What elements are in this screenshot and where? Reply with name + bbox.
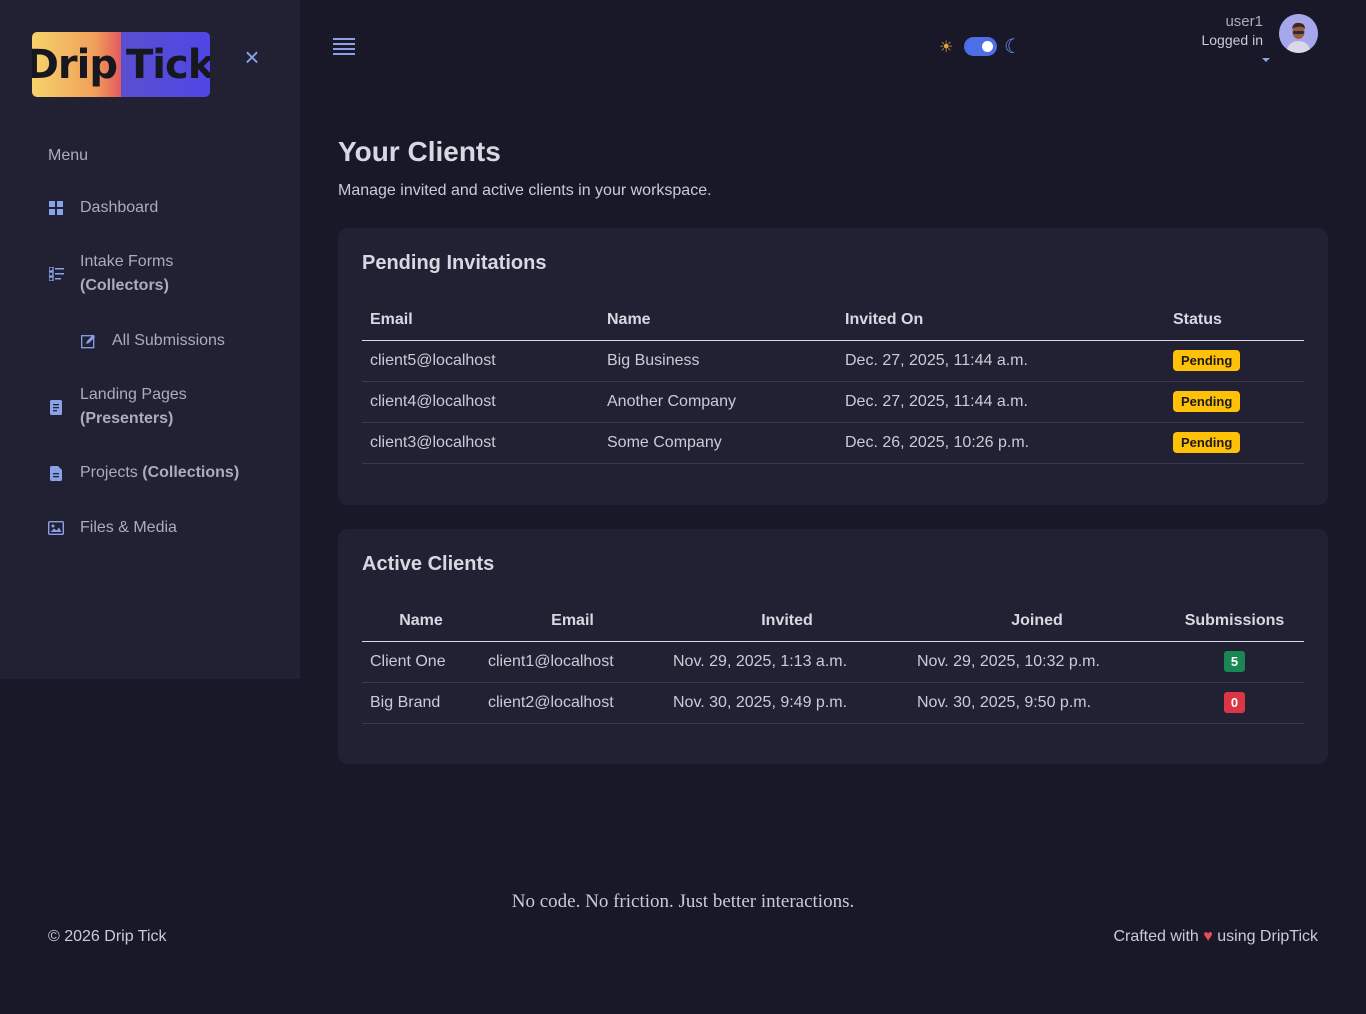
column-header: Name: [599, 300, 837, 341]
column-header: Email: [362, 300, 599, 341]
pending-invitations-table: Email Name Invited On Status client5@loc…: [362, 300, 1304, 464]
status-cell: Pending: [1165, 422, 1304, 464]
table-row: client4@localhost Another Company Dec. 2…: [362, 381, 1304, 423]
table-row: client3@localhost Some Company Dec. 26, …: [362, 422, 1304, 464]
email-cell: client5@localhost: [362, 340, 599, 382]
active-clients-title: Active Clients: [362, 553, 495, 575]
sidebar-item-label: Intake Forms: [80, 253, 174, 270]
close-sidebar-icon[interactable]: ×: [242, 44, 262, 70]
invited-cell: Dec. 26, 2025, 10:26 p.m.: [837, 422, 1165, 464]
invited-cell: Dec. 27, 2025, 11:44 a.m.: [837, 340, 1165, 382]
sidebar-item-label: Landing Pages: [80, 386, 187, 403]
menu-toggle-icon[interactable]: [333, 38, 355, 56]
sidebar-item-landing-pages[interactable]: Landing Pages (Presenters): [48, 383, 187, 431]
page-title: Your Clients: [338, 136, 501, 167]
column-header: Joined: [909, 601, 1165, 642]
chevron-down-icon[interactable]: [1262, 58, 1270, 62]
name-cell: Another Company: [599, 381, 837, 423]
name-cell: Client One: [362, 641, 480, 683]
sidebar-item-sublabel: (Collectors): [80, 277, 169, 294]
column-header: Invited: [665, 601, 909, 642]
grid-icon: [48, 196, 64, 220]
email-cell: client3@localhost: [362, 422, 599, 464]
sidebar-item-dashboard[interactable]: Dashboard: [48, 196, 158, 220]
status-badge: Pending: [1173, 350, 1241, 371]
status-badge: Pending: [1173, 391, 1241, 412]
sidebar-item-sublabel: (Presenters): [80, 410, 174, 427]
page-icon: [48, 383, 64, 431]
column-header: Name: [362, 601, 480, 642]
table-row: Big Brand client2@localhost Nov. 30, 202…: [362, 682, 1304, 724]
logo-part-drip: Drip: [32, 32, 121, 97]
submissions-cell: 5: [1165, 641, 1304, 683]
menu-title: Menu: [48, 147, 89, 164]
submissions-cell: 0: [1165, 682, 1304, 724]
status-cell: Pending: [1165, 381, 1304, 423]
moon-icon: ☾: [1004, 36, 1022, 58]
crafted-with: Crafted with ♥ using DripTick: [1113, 928, 1318, 946]
joined-cell: Nov. 30, 2025, 9:50 p.m.: [909, 682, 1165, 724]
theme-switcher: ☀ ☾: [939, 34, 1022, 59]
sun-icon: ☀: [939, 38, 954, 56]
name-cell: Some Company: [599, 422, 837, 464]
crafted-prefix: Crafted with: [1113, 928, 1199, 945]
email-cell: client2@localhost: [480, 682, 665, 724]
active-clients-card: Active Clients Name Email Invited Joined…: [338, 529, 1328, 764]
column-header: Invited On: [837, 300, 1165, 341]
table-row: Client One client1@localhost Nov. 29, 20…: [362, 641, 1304, 683]
name-cell: Big Brand: [362, 682, 480, 724]
invited-cell: Nov. 29, 2025, 1:13 a.m.: [665, 641, 909, 683]
column-header: Submissions: [1165, 601, 1304, 642]
invited-cell: Nov. 30, 2025, 9:49 p.m.: [665, 682, 909, 724]
email-cell: client1@localhost: [480, 641, 665, 683]
avatar[interactable]: [1279, 14, 1318, 53]
edit-icon: [80, 329, 96, 353]
table-header-row: Email Name Invited On Status: [362, 300, 1304, 341]
form-list-icon: [48, 250, 64, 298]
copyright: © 2026 Drip Tick: [48, 928, 167, 945]
column-header: Email: [480, 601, 665, 642]
column-header: Status: [1165, 300, 1304, 341]
user-name: user1: [1225, 13, 1263, 30]
heart-icon: ♥: [1203, 928, 1213, 945]
sidebar-item-label: Dashboard: [80, 199, 159, 216]
image-icon: [48, 516, 64, 540]
sidebar: Drip Tick × Menu Dashboard Intake Forms …: [0, 0, 300, 679]
sidebar-item-intake-forms[interactable]: Intake Forms (Collectors): [48, 250, 173, 298]
pending-invitations-card: Pending Invitations Email Name Invited O…: [338, 228, 1328, 505]
document-icon: [48, 461, 64, 485]
sidebar-item-label: Files & Media: [80, 519, 177, 536]
table-header-row: Name Email Invited Joined Submissions: [362, 601, 1304, 642]
crafted-suffix: using DripTick: [1217, 928, 1318, 945]
status-cell: Pending: [1165, 340, 1304, 382]
invited-cell: Dec. 27, 2025, 11:44 a.m.: [837, 381, 1165, 423]
sidebar-item-label: Projects: [80, 464, 138, 481]
dark-mode-toggle[interactable]: [964, 37, 997, 56]
submissions-badge[interactable]: 5: [1223, 651, 1246, 672]
page-subtitle: Manage invited and active clients in you…: [338, 182, 712, 199]
user-menu[interactable]: user1 Logged in: [1201, 13, 1263, 48]
joined-cell: Nov. 29, 2025, 10:32 p.m.: [909, 641, 1165, 683]
name-cell: Big Business: [599, 340, 837, 382]
logo[interactable]: Drip Tick: [32, 32, 210, 97]
user-status: Logged in: [1201, 32, 1263, 48]
sidebar-item-files-media[interactable]: Files & Media: [48, 516, 177, 540]
submissions-badge[interactable]: 0: [1223, 692, 1246, 713]
email-cell: client4@localhost: [362, 381, 599, 423]
logo-part-tick: Tick: [121, 32, 210, 97]
sidebar-item-sublabel: (Collections): [142, 464, 240, 481]
sidebar-item-label: All Submissions: [112, 332, 225, 349]
tagline: No code. No friction. Just better intera…: [511, 891, 855, 912]
status-badge: Pending: [1173, 432, 1241, 453]
sidebar-item-all-submissions[interactable]: All Submissions: [80, 329, 225, 353]
table-row: client5@localhost Big Business Dec. 27, …: [362, 340, 1304, 382]
sidebar-item-projects[interactable]: Projects (Collections): [48, 461, 239, 485]
active-clients-table: Name Email Invited Joined Submissions Cl…: [362, 601, 1304, 724]
pending-invitations-title: Pending Invitations: [362, 252, 547, 274]
